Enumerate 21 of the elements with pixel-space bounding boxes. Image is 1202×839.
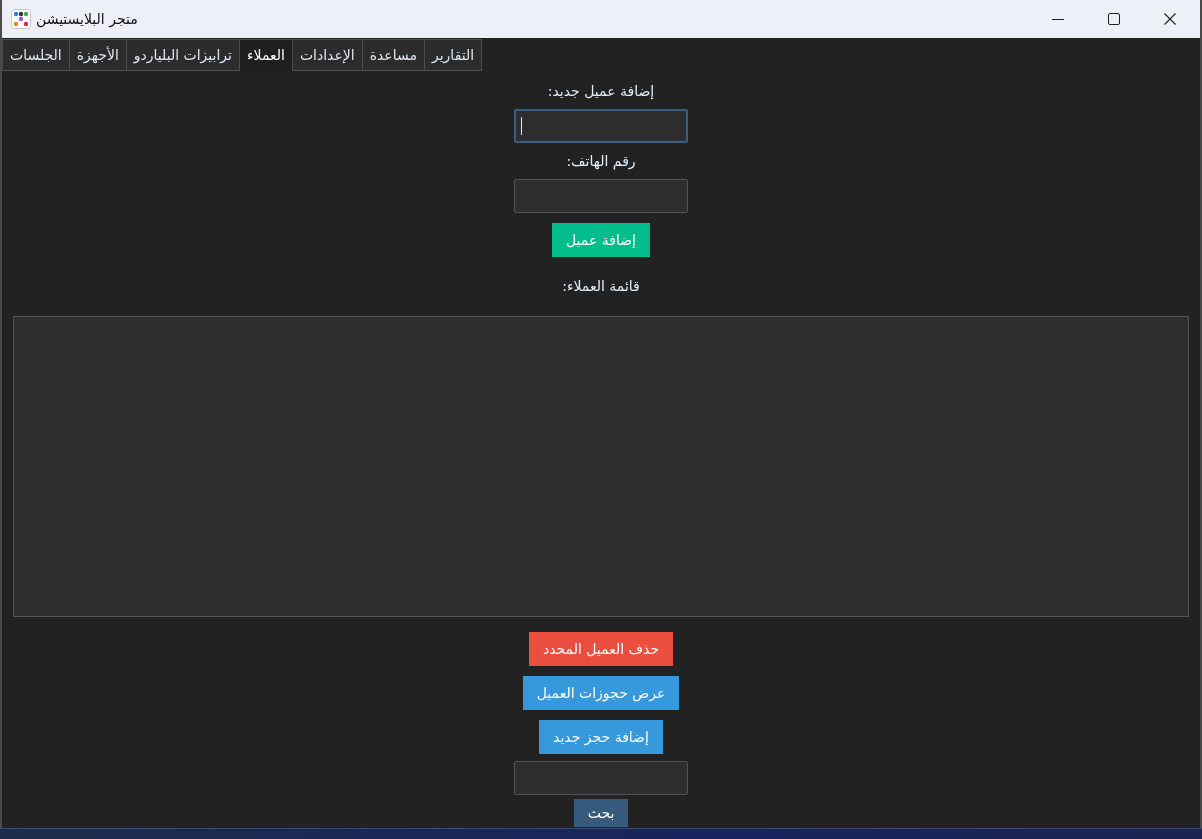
input-field[interactable]	[514, 109, 688, 143]
tab[interactable]: التقارير	[425, 39, 483, 71]
tab[interactable]: الإعدادات	[292, 39, 363, 71]
form-label: إضافة عميل جديد:	[547, 82, 655, 101]
form-label: رقم الهاتف:	[566, 152, 636, 171]
tab[interactable]: ترابيزات البلياردو	[126, 39, 240, 71]
tab[interactable]: العملاء	[239, 39, 293, 71]
tab[interactable]: الجلسات	[2, 39, 70, 71]
app-icon	[11, 9, 31, 29]
minimize-icon[interactable]	[1052, 18, 1064, 20]
text-cursor-icon	[521, 117, 522, 135]
input-field[interactable]	[514, 761, 688, 795]
input-field[interactable]	[514, 179, 688, 213]
tab[interactable]: مساعدة	[362, 39, 425, 71]
action-button[interactable]: بحث	[573, 799, 629, 827]
action-button[interactable]: حذف العميل المحدد	[528, 632, 674, 666]
form-label: قائمة العملاء:	[562, 277, 640, 296]
tab[interactable]: الأجهزة	[69, 39, 127, 71]
maximize-icon[interactable]	[1108, 13, 1120, 25]
window-title: متجر البلايستيشن	[36, 11, 138, 27]
close-icon[interactable]	[1164, 13, 1176, 25]
